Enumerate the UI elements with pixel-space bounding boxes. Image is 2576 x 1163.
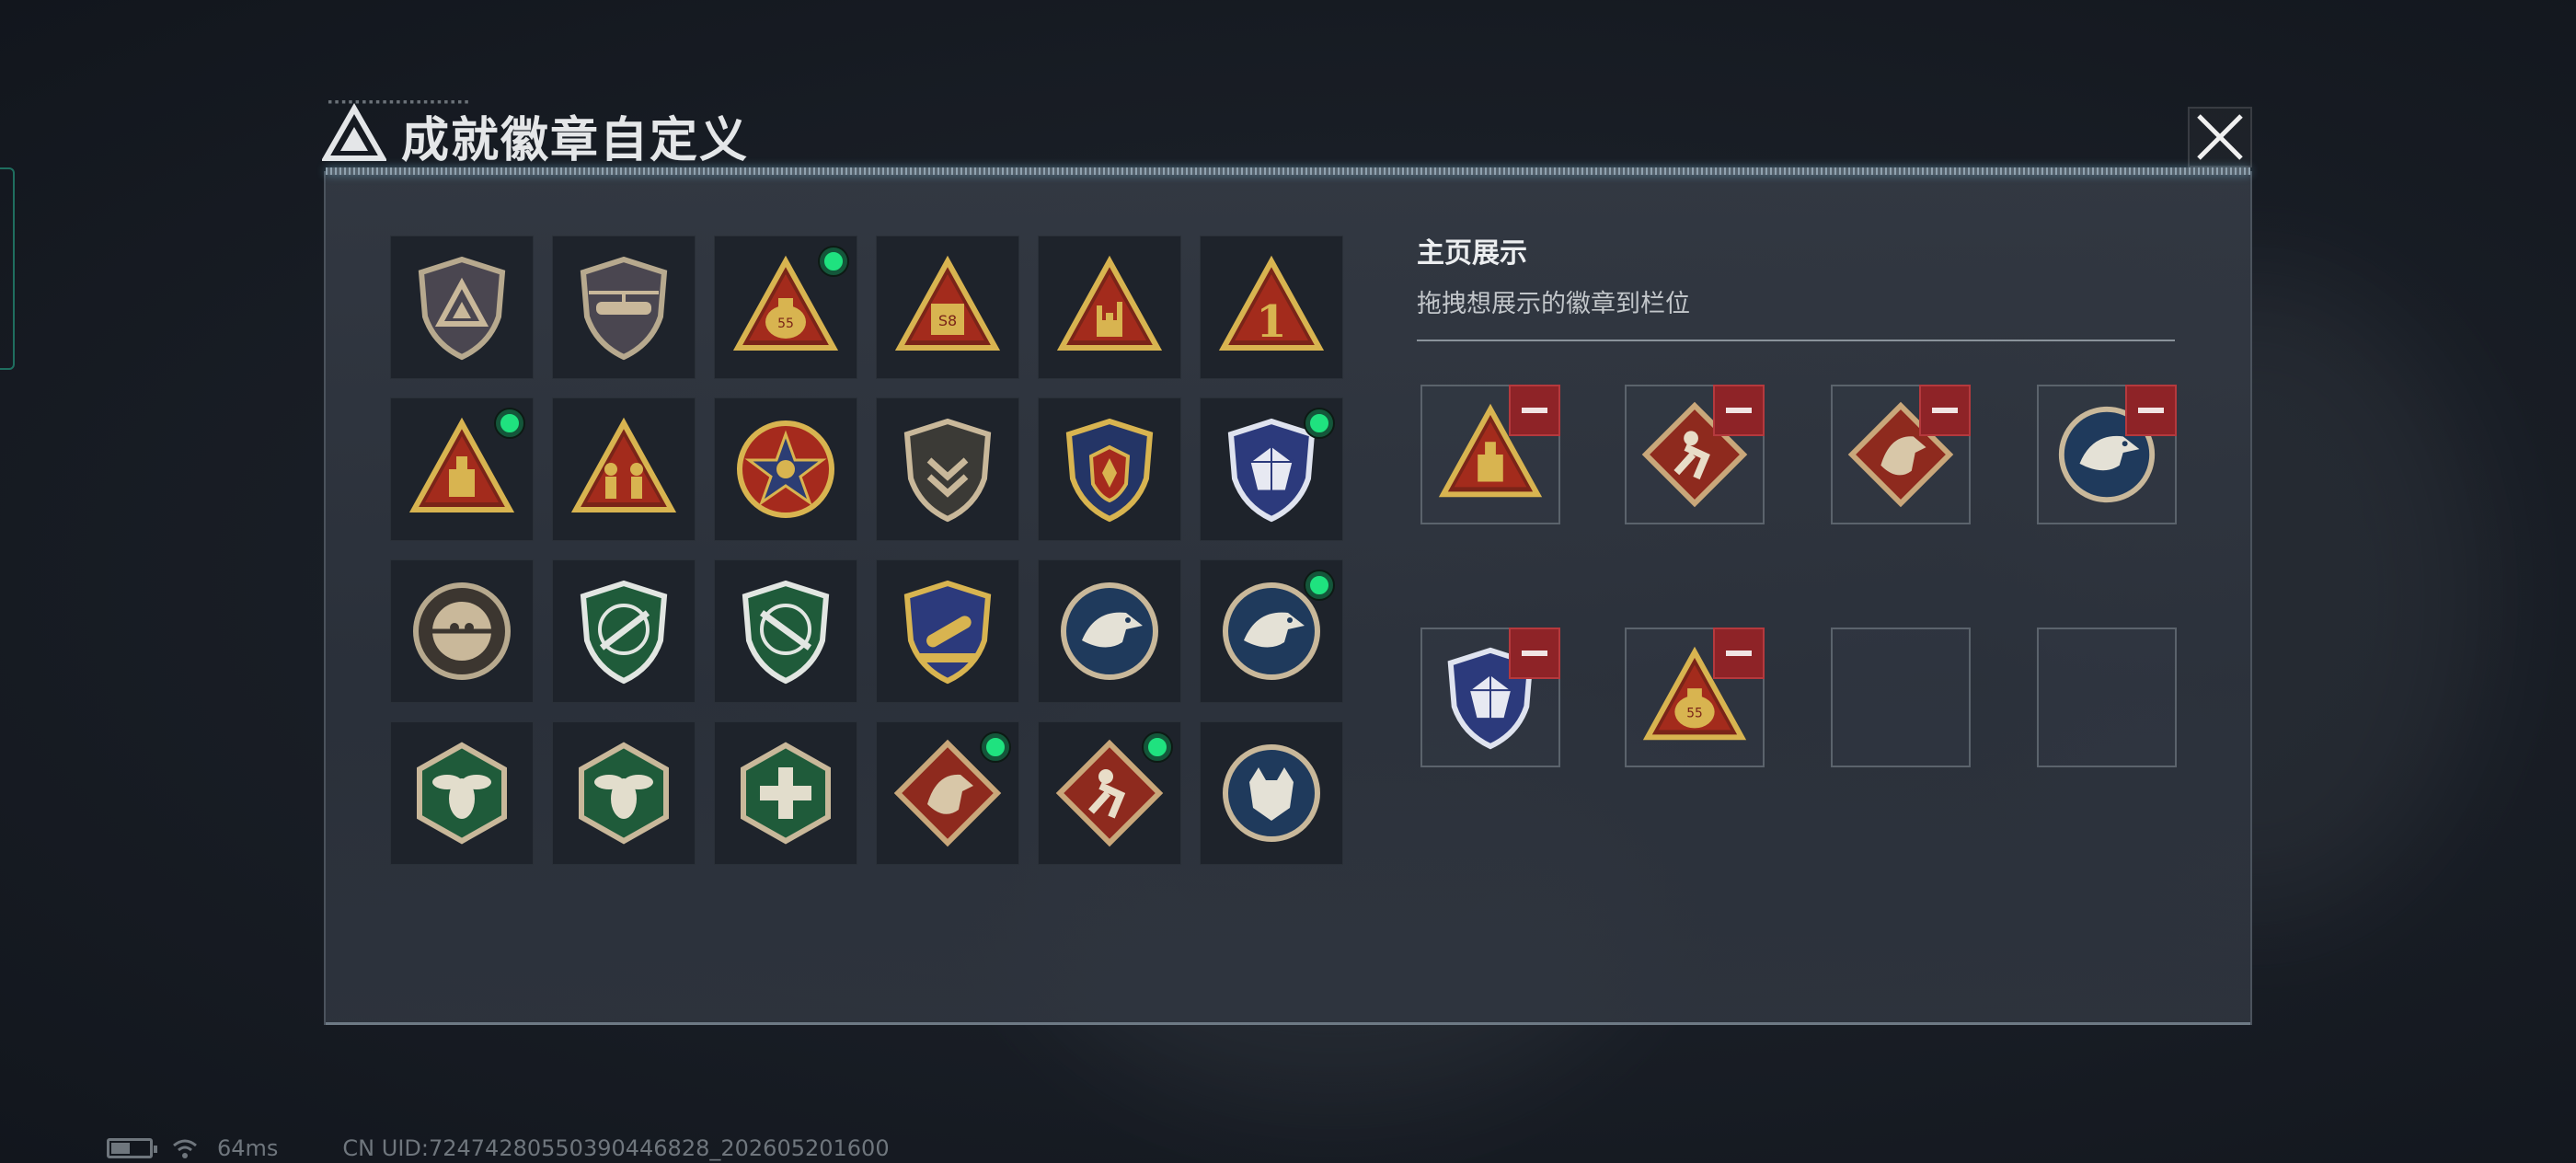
new-indicator-dot [1305,571,1333,599]
badge-tile[interactable] [1200,397,1343,541]
triangle-s8-badge: S8 [894,255,1001,351]
badge-tile[interactable] [876,397,1019,541]
green-rifle-shield-alt-badge [742,580,830,685]
minus-icon [1932,408,1958,413]
badge-tile[interactable] [552,721,696,865]
green-hex-medic-badge [741,742,831,845]
badge-tile[interactable]: 1 [1200,236,1343,379]
panel-top-border [326,167,2250,175]
empty-display-slot[interactable] [1831,628,1971,767]
badge-tile[interactable] [714,397,857,541]
triangle-logo-icon [322,103,386,161]
badge-tile[interactable] [390,559,534,703]
remove-badge-button[interactable] [1509,385,1560,436]
minus-icon [1726,408,1752,413]
badge-tile[interactable] [552,397,696,541]
empty-display-slot[interactable] [2037,628,2177,767]
panel-bottom-border [326,1022,2250,1025]
battery-icon [107,1138,157,1158]
remove-badge-button[interactable] [1919,385,1971,436]
minus-icon [1522,408,1547,413]
minus-icon [1522,651,1547,656]
svg-text:S8: S8 [938,312,957,329]
badge-panel: 55 S8 1 主页展示 拖拽想展示的徽章到栏位 55 [324,167,2252,1025]
badge-tile[interactable]: 55 [714,236,857,379]
badge-tile[interactable] [1038,397,1181,541]
badge-tile[interactable] [714,721,857,865]
remove-badge-button[interactable] [1713,628,1765,679]
remove-badge-button[interactable] [1713,385,1765,436]
badge-tile[interactable] [876,559,1019,703]
svg-text:55: 55 [777,317,794,331]
display-instruction: 拖拽想展示的徽章到栏位 [1417,290,1690,318]
close-icon [2197,114,2243,160]
new-indicator-dot [1305,409,1333,437]
dialog-header: 成就徽章自定义 [322,99,749,171]
chevron-shield-badge [903,418,992,523]
triangle-soldiers-badge [570,417,677,512]
gold-crest-badge [1065,418,1154,523]
minus-icon [1726,651,1752,656]
svg-text:55: 55 [1686,707,1703,721]
divider [1417,340,2175,341]
blue-wolf-badge [1223,744,1320,842]
badge-tile[interactable] [390,721,534,865]
new-indicator-dot [820,248,847,275]
display-slot[interactable]: 55 [1625,628,1765,767]
badge-tile[interactable] [1038,559,1181,703]
badge-tile[interactable]: S8 [876,236,1019,379]
remove-badge-button[interactable] [1509,628,1560,679]
new-indicator-dot [982,733,1009,761]
minus-icon [2138,408,2164,413]
display-slot[interactable] [1625,385,1765,524]
gold-missile-shield-badge [903,580,992,685]
badge-tile[interactable] [552,559,696,703]
badge-grid: 55 S8 1 [390,236,1343,865]
ping-text: 64ms [217,1135,279,1161]
badge-tile[interactable] [390,236,534,379]
blue-eagle-badge [1061,582,1158,680]
uid-text: CN UID:7247428055039044682​8_20260520160… [342,1135,890,1161]
display-slot[interactable] [1831,385,1971,524]
close-button[interactable] [2188,107,2252,167]
badge-tile[interactable] [390,397,534,541]
badge-tile[interactable] [552,236,696,379]
display-slot[interactable] [1420,628,1560,767]
status-bar: 64ms CN UID:7247428055039044682​8_202605… [107,1135,890,1161]
triangle-number-one-badge: 1 [1218,255,1325,351]
svg-text:1: 1 [1256,296,1286,348]
red-star-medal-badge [737,420,834,518]
badge-tile[interactable] [1200,721,1343,865]
dialog-title: 成就徽章自定义 [401,112,750,168]
badge-tile[interactable] [876,721,1019,865]
triangle-horns-hand-badge [1056,255,1163,351]
badge-tile[interactable] [1038,721,1181,865]
display-heading: 主页展示 [1417,237,1527,270]
remove-badge-button[interactable] [2125,385,2177,436]
green-rifle-shield-badge [580,580,668,685]
badge-tile[interactable] [1038,236,1181,379]
crosshair-skull-badge [413,582,511,680]
badge-tile[interactable] [1200,559,1343,703]
green-hex-wasp-alt-badge [579,742,669,845]
gray-shield-logo-badge [418,256,506,361]
homepage-display-section: 主页展示 拖拽想展示的徽章到栏位 [1417,230,2190,341]
green-hex-wasp-badge [417,742,507,845]
wifi-icon [173,1139,197,1158]
helicopter-shield-badge [580,256,668,361]
display-slot[interactable] [1420,385,1560,524]
new-indicator-dot [1144,733,1171,761]
new-indicator-dot [496,409,523,437]
side-tab[interactable] [0,167,15,370]
badge-tile[interactable] [714,559,857,703]
display-slot[interactable] [2037,385,2177,524]
